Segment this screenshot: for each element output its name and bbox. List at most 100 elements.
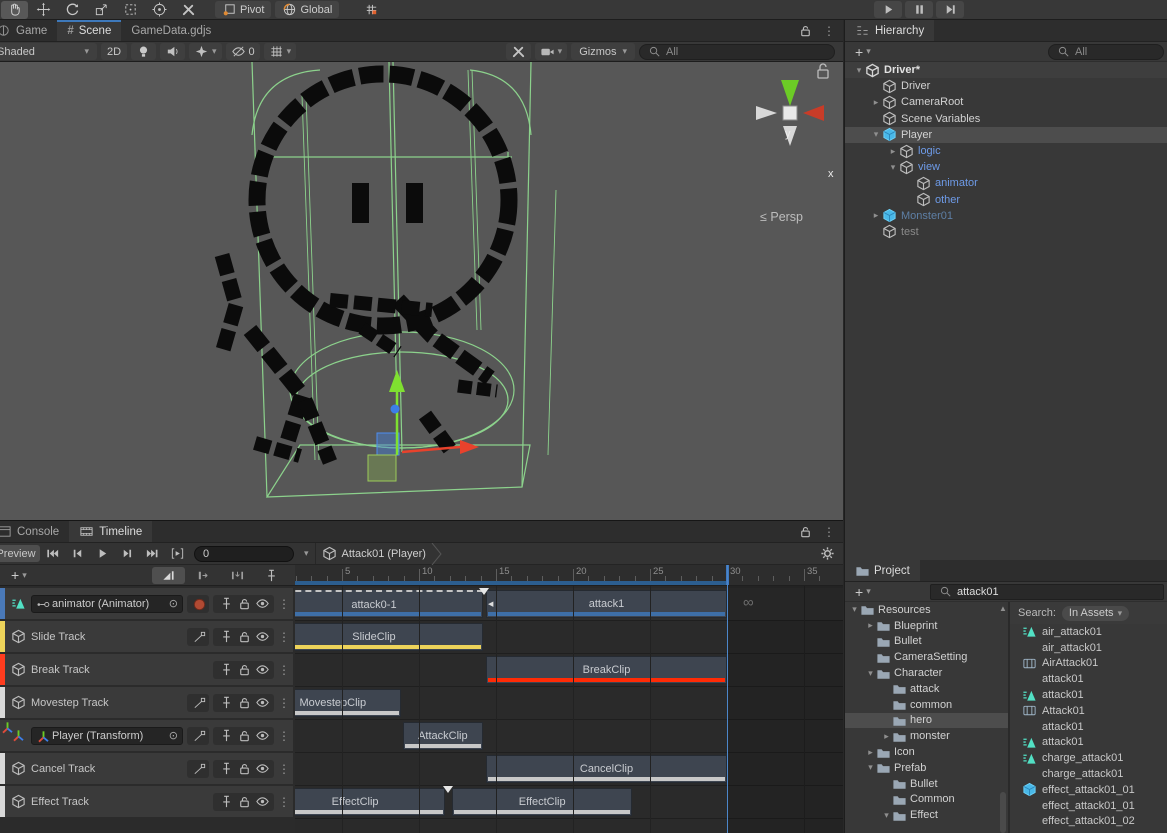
hierarchy-add-button[interactable]: + ▾ [850, 43, 876, 60]
track-menu-icon[interactable]: ⋮ [278, 696, 290, 710]
eye-icon[interactable] [255, 596, 268, 611]
eye-icon[interactable] [255, 629, 268, 644]
timeline-menu-icon[interactable]: ⋮ [823, 525, 835, 539]
tool-rotate-button[interactable] [59, 1, 86, 19]
search-result-air_attack01[interactable]: air_attack01 [1010, 624, 1167, 640]
expand-arrow-icon[interactable]: ▸ [865, 747, 876, 758]
add-track-button[interactable]: + ▾ [6, 567, 32, 584]
lock-icon[interactable] [237, 728, 250, 743]
hierarchy-item-player[interactable]: ▾Player [845, 127, 1167, 143]
track-menu-icon[interactable]: ⋮ [278, 795, 290, 809]
object-picker-icon[interactable]: ⊙ [169, 729, 178, 742]
expand-arrow-icon[interactable]: ▾ [870, 129, 882, 140]
search-result-charge_attack01[interactable]: charge_attack01 [1010, 766, 1167, 782]
clip-effectclip[interactable]: EffectClip [452, 788, 632, 816]
hierarchy-item-test[interactable]: test [845, 224, 1167, 240]
curves-toggle-button[interactable] [187, 628, 209, 646]
expand-arrow-icon[interactable]: ▾ [887, 162, 899, 173]
hierarchy-item-monster01[interactable]: ▸Monster01 [845, 208, 1167, 224]
grid-visibility-dropdown[interactable]: ▾ [264, 43, 297, 60]
track-menu-icon[interactable]: ⋮ [278, 762, 290, 776]
track-object-field[interactable]: Player (Transform)⊙ [31, 727, 183, 745]
expand-arrow-icon[interactable]: ▾ [865, 762, 876, 773]
frame-field[interactable]: 0 [194, 546, 294, 562]
scroll-up-icon[interactable]: ▲ [999, 604, 1007, 613]
prev-frame-button[interactable] [65, 545, 90, 563]
project-folder-bullet[interactable]: Bullet [845, 634, 1008, 650]
tab-project[interactable]: Project [845, 560, 920, 581]
hidden-objects-toggle[interactable]: 0 [226, 43, 260, 60]
object-picker-icon[interactable]: ⊙ [169, 597, 178, 610]
pin-icon[interactable] [219, 695, 232, 710]
tab-scene[interactable]: # Scene [57, 20, 121, 41]
pin-icon[interactable] [219, 662, 232, 677]
clip-attack0-1[interactable]: attack0-1 [295, 590, 483, 618]
clip-attack1[interactable]: ◀attack1 [486, 590, 727, 618]
clip-slideclip[interactable]: SlideClip [295, 623, 483, 651]
project-folder-hero[interactable]: hero [845, 713, 1008, 729]
shading-dropdown[interactable]: Shaded ▾ [0, 43, 97, 60]
search-result-attack01[interactable]: attack01 [1010, 671, 1167, 687]
marker-toggle-button[interactable] [261, 567, 281, 584]
tool-transform-button[interactable] [146, 1, 173, 19]
expand-arrow-icon[interactable]: ▸ [865, 620, 876, 631]
curves-toggle-button[interactable] [187, 760, 209, 778]
expand-arrow-icon[interactable]: ▾ [853, 65, 865, 76]
pin-icon[interactable] [219, 629, 232, 644]
clip-boundary-marker-icon[interactable] [479, 588, 489, 600]
pivot-toggle[interactable]: Pivot [215, 1, 271, 18]
hierarchy-item-view[interactable]: ▾view [845, 159, 1167, 175]
breadcrumb-label[interactable]: Attack01 (Player) [342, 548, 426, 560]
step-button[interactable] [936, 1, 964, 18]
project-folder-bullet[interactable]: Bullet [845, 776, 1008, 792]
play-button[interactable] [874, 1, 902, 18]
effects-dropdown[interactable]: ▾ [189, 43, 222, 60]
project-folder-common[interactable]: Common [845, 792, 1008, 808]
hierarchy-item-logic[interactable]: ▸logic [845, 143, 1167, 159]
lock-icon[interactable] [237, 629, 250, 644]
pin-icon[interactable] [219, 761, 232, 776]
record-button[interactable] [187, 595, 209, 613]
goto-start-button[interactable] [40, 545, 65, 563]
tab-game[interactable]: Game [0, 20, 57, 41]
clip-breakclip[interactable]: BreakClip [486, 656, 727, 684]
timeline-unlock-icon[interactable] [798, 524, 813, 539]
expand-arrow-icon[interactable]: ▸ [870, 210, 882, 221]
panel-unlock-icon[interactable] [798, 23, 813, 38]
search-result-air_attack01[interactable]: air_attack01 [1010, 640, 1167, 656]
preview-toggle[interactable]: Preview [0, 545, 40, 562]
hierarchy-item-scene-variables[interactable]: Scene Variables [845, 111, 1167, 127]
track-object-field[interactable]: animator (Animator)⊙ [31, 595, 183, 613]
hierarchy-item-other[interactable]: other [845, 192, 1167, 208]
tab-gamedata[interactable]: GameData.gdjs [121, 20, 221, 41]
scene-tools-button[interactable] [506, 43, 531, 60]
clip-effectclip[interactable]: EffectClip [295, 788, 445, 816]
goto-end-button[interactable] [140, 545, 165, 563]
project-folder-resources[interactable]: ▾Resources [845, 602, 1008, 618]
track-menu-icon[interactable]: ⋮ [278, 597, 290, 611]
pin-icon[interactable] [219, 596, 232, 611]
play-range-button[interactable] [165, 545, 190, 563]
lock-icon[interactable] [237, 695, 250, 710]
project-folder-common[interactable]: common [845, 697, 1008, 713]
tl-play-button[interactable] [90, 545, 115, 563]
track-header-effect-track[interactable]: Effect Track⋮ [0, 786, 293, 817]
project-folder-character[interactable]: ▾Character [845, 665, 1008, 681]
expand-arrow-icon[interactable]: ▾ [849, 604, 860, 615]
timeline-clips-area[interactable]: 5101520253035 attack0-1◀attack1∞SlideCli… [295, 565, 843, 833]
tool-move-button[interactable] [30, 1, 57, 19]
hierarchy-item-cameraroot[interactable]: ▸CameraRoot [845, 94, 1167, 110]
camera-dropdown[interactable]: ▾ [535, 43, 568, 60]
search-result-airattack01[interactable]: AirAttack01 [1010, 656, 1167, 672]
expand-arrow-icon[interactable]: ▸ [881, 731, 892, 742]
tool-hand-button[interactable] [1, 1, 28, 19]
tool-scale-button[interactable] [88, 1, 115, 19]
project-folder-monster[interactable]: ▸monster [845, 728, 1008, 744]
timeline-playhead[interactable] [727, 565, 729, 833]
project-folder-camerasetting[interactable]: CameraSetting [845, 649, 1008, 665]
project-folder-attack[interactable]: attack [845, 681, 1008, 697]
lock-icon[interactable] [237, 596, 250, 611]
track-header-movestep-track[interactable]: Movestep Track⋮ [0, 687, 293, 718]
pin-icon[interactable] [219, 728, 232, 743]
eye-icon[interactable] [255, 794, 268, 809]
